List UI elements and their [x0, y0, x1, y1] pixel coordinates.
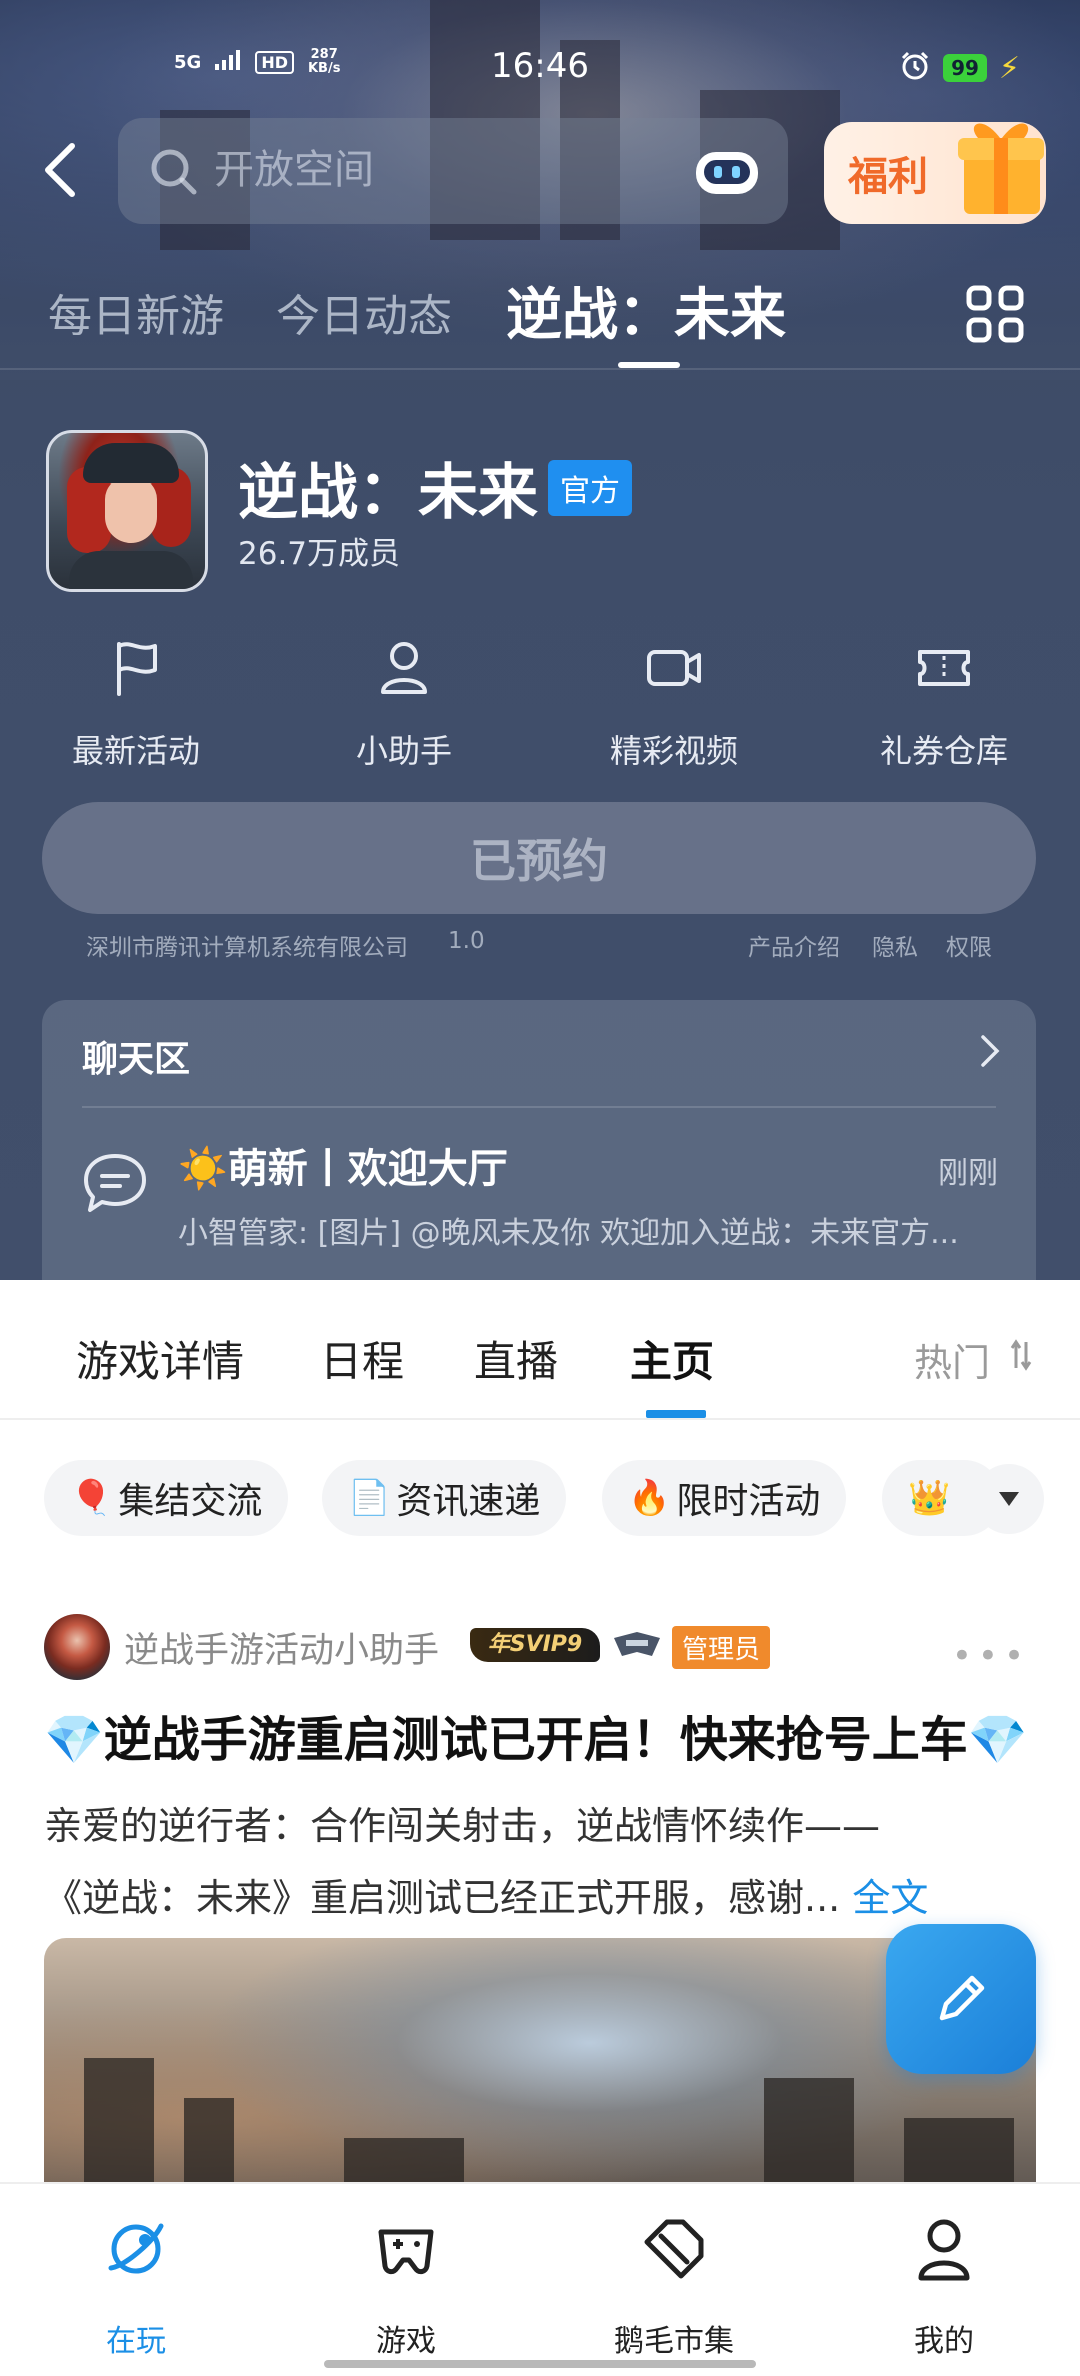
top-tabs: 每日新游 今日动态 逆战：未来 — [0, 270, 1080, 370]
shortcut-latest-events[interactable]: 最新活动 — [36, 640, 236, 772]
tab-game-nizhan[interactable]: 逆战：未来 — [506, 270, 786, 351]
nav-profile[interactable]: 我的 — [844, 2214, 1044, 2360]
author-name[interactable]: 逆战手游活动小助手 — [124, 1622, 439, 1673]
chevron-left-icon — [45, 143, 75, 197]
chip-label: 限时活动 — [676, 1481, 821, 1522]
chip-gathering[interactable]: 🎈 集结交流 — [44, 1460, 289, 1536]
read-more-link[interactable]: 全文 — [852, 1876, 928, 1920]
post-body-line: 《逆战：未来》重启测试已经正式开服，感谢... 全文 — [44, 1862, 1044, 1934]
status-bar: 5G HD 287 KB/s 16:46 99 ⚡ — [0, 40, 1080, 96]
nav-label: 鹅毛市集 — [614, 2324, 734, 2359]
search-icon — [148, 146, 200, 202]
product-intro-link[interactable]: 产品介绍 — [748, 928, 840, 962]
crown-icon: 👑 — [908, 1478, 951, 1518]
chat-last-message[interactable]: 小智管家: [图片] @晚风未及你 欢迎加入逆战：未来官方... — [178, 1208, 988, 1252]
nav-label: 在玩 — [106, 2324, 166, 2359]
svip-badge: 年SVIP9 — [470, 1628, 600, 1662]
gift-box-icon — [952, 108, 1048, 222]
nav-label: 游戏 — [376, 2324, 436, 2359]
game-icon[interactable] — [46, 430, 208, 592]
chat-bubble-icon — [82, 1150, 148, 1220]
welfare-button[interactable]: 福利 — [824, 122, 1046, 224]
nav-label: 我的 — [914, 2324, 974, 2359]
tab-schedule[interactable]: 日程 — [320, 1328, 404, 1389]
reserved-button[interactable]: 已预约 — [42, 802, 1036, 914]
developer-name: 深圳市腾讯计算机系统有限公司 — [86, 935, 408, 961]
shortcut-coupon-storage[interactable]: 礼券仓库 — [844, 640, 1044, 772]
battery-level: 99 — [943, 54, 987, 82]
post-body-text: 《逆战：未来》重启测试已经正式开服，感谢... — [44, 1876, 841, 1920]
nav-market[interactable]: 鹅毛市集 — [574, 2214, 774, 2360]
sort-icon[interactable] — [1010, 1338, 1034, 1376]
chat-time: 刚刚 — [938, 1156, 998, 1191]
planet-icon — [36, 2214, 236, 2284]
flag-icon — [36, 640, 236, 696]
chip-news[interactable]: 📄 资讯速递 — [322, 1460, 567, 1536]
tab-daily-new-games[interactable]: 每日新游 — [48, 280, 224, 344]
post-body[interactable]: 亲爱的逆行者：合作闯关射击，逆战情怀续作—— 《逆战：未来》重启测试已经正式开服… — [44, 1790, 1044, 1934]
fire-icon: 🔥 — [628, 1478, 671, 1518]
chat-room-name[interactable]: ☀️萌新丨欢迎大厅 — [178, 1136, 508, 1194]
shortcut-label: 小助手 — [355, 732, 452, 770]
admin-badge: 管理员 — [672, 1626, 771, 1669]
shortcut-assistant[interactable]: 小助手 — [304, 640, 504, 772]
member-count: 26.7万成员 — [238, 536, 401, 572]
expand-chips-button[interactable] — [974, 1464, 1044, 1534]
welfare-label: 福利 — [848, 154, 928, 200]
back-button[interactable] — [38, 138, 88, 208]
bottom-navigation: 在玩 游戏 鹅毛市集 我的 — [0, 2182, 1080, 2376]
chip-label: 集结交流 — [118, 1481, 263, 1522]
nav-games[interactable]: 游戏 — [306, 2214, 506, 2360]
alarm-icon — [899, 50, 931, 86]
caret-down-icon — [999, 1492, 1019, 1506]
document-icon: 📄 — [348, 1478, 391, 1518]
balloon-icon: 🎈 — [70, 1478, 113, 1518]
chat-section-card: 聊天区 ☀️萌新丨欢迎大厅 刚刚 小智管家: [图片] @晚风未及你 欢迎加入逆… — [42, 1000, 1036, 1290]
permission-link[interactable]: 权限 — [946, 928, 992, 962]
game-hero: 5G HD 287 KB/s 16:46 99 ⚡ 开放空间 福利 每日新游 今… — [0, 0, 1080, 1290]
shortcut-label: 礼券仓库 — [879, 732, 1008, 770]
chevron-right-icon[interactable] — [980, 1034, 1000, 1072]
chip-limited-events[interactable]: 🔥 限时活动 — [602, 1460, 847, 1536]
home-indicator[interactable] — [324, 2360, 756, 2368]
tab-hot[interactable]: 热门 — [914, 1332, 990, 1387]
divider — [0, 368, 1080, 370]
shortcut-label: 精彩视频 — [609, 732, 738, 770]
search-bar[interactable] — [118, 118, 788, 224]
grid-menu-icon[interactable] — [966, 285, 1024, 347]
pencil-icon — [939, 1975, 985, 2021]
chip-label: 资讯速递 — [396, 1481, 541, 1522]
active-tab-indicator — [646, 1410, 706, 1418]
robot-assistant-icon[interactable] — [692, 146, 762, 202]
tab-live[interactable]: 直播 — [474, 1328, 558, 1389]
tab-today-updates[interactable]: 今日动态 — [276, 280, 452, 344]
official-badge: 官方 — [548, 460, 632, 516]
chat-section-title[interactable]: 聊天区 — [82, 1030, 190, 1082]
tab-game-details[interactable]: 游戏详情 — [76, 1328, 244, 1389]
profile-icon — [844, 2214, 1044, 2284]
tag-icon — [574, 2214, 774, 2284]
shortcut-label: 最新活动 — [71, 732, 200, 770]
tab-home[interactable]: 主页 — [630, 1328, 714, 1389]
compose-post-button[interactable] — [886, 1924, 1036, 2074]
divider — [82, 1106, 996, 1108]
video-icon — [574, 640, 774, 696]
privacy-link[interactable]: 隐私 — [872, 928, 918, 962]
ticket-icon — [844, 640, 1044, 696]
section-tabs: 游戏详情 日程 直播 主页 热门 — [0, 1280, 1080, 1420]
author-avatar[interactable] — [44, 1614, 110, 1680]
charging-icon: ⚡ — [998, 50, 1020, 86]
version-number: 1.0 — [448, 928, 485, 954]
user-icon — [304, 640, 504, 696]
post-title[interactable]: 💎逆战手游重启测试已开启！快来抢号上车💎 — [44, 1700, 1044, 1770]
post-body-line: 亲爱的逆行者：合作闯关射击，逆战情怀续作—— — [44, 1804, 881, 1848]
search-input[interactable] — [214, 142, 654, 198]
category-chips: 🎈 集结交流 📄 资讯速递 🔥 限时活动 👑 — [0, 1460, 1080, 1540]
rank-badge-icon — [612, 1630, 662, 1660]
gamepad-icon — [306, 2214, 506, 2284]
game-title: 逆战：未来 — [238, 458, 538, 528]
more-options-icon[interactable]: ••• — [952, 1636, 1030, 1676]
shortcut-videos[interactable]: 精彩视频 — [574, 640, 774, 772]
nav-playing[interactable]: 在玩 — [36, 2214, 236, 2360]
